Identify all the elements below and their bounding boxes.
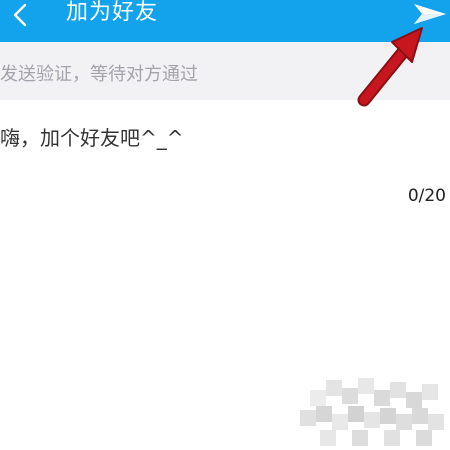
character-counter: 0/20: [407, 186, 446, 206]
red-arrow-annotation-icon: [357, 27, 423, 107]
chevron-left-icon: [10, 3, 30, 27]
add-friend-screen: 加为好友 发送验证，等待对方通过 嗨，加个好友吧^_^ 0/20: [0, 0, 450, 450]
verification-hint-text: 发送验证，等待对方通过: [0, 64, 198, 85]
back-button[interactable]: [0, 0, 40, 30]
watermark-mosaic: [300, 378, 444, 446]
verification-message-text: 嗨，加个好友吧^_^: [0, 126, 184, 150]
page-title: 加为好友: [66, 0, 159, 25]
